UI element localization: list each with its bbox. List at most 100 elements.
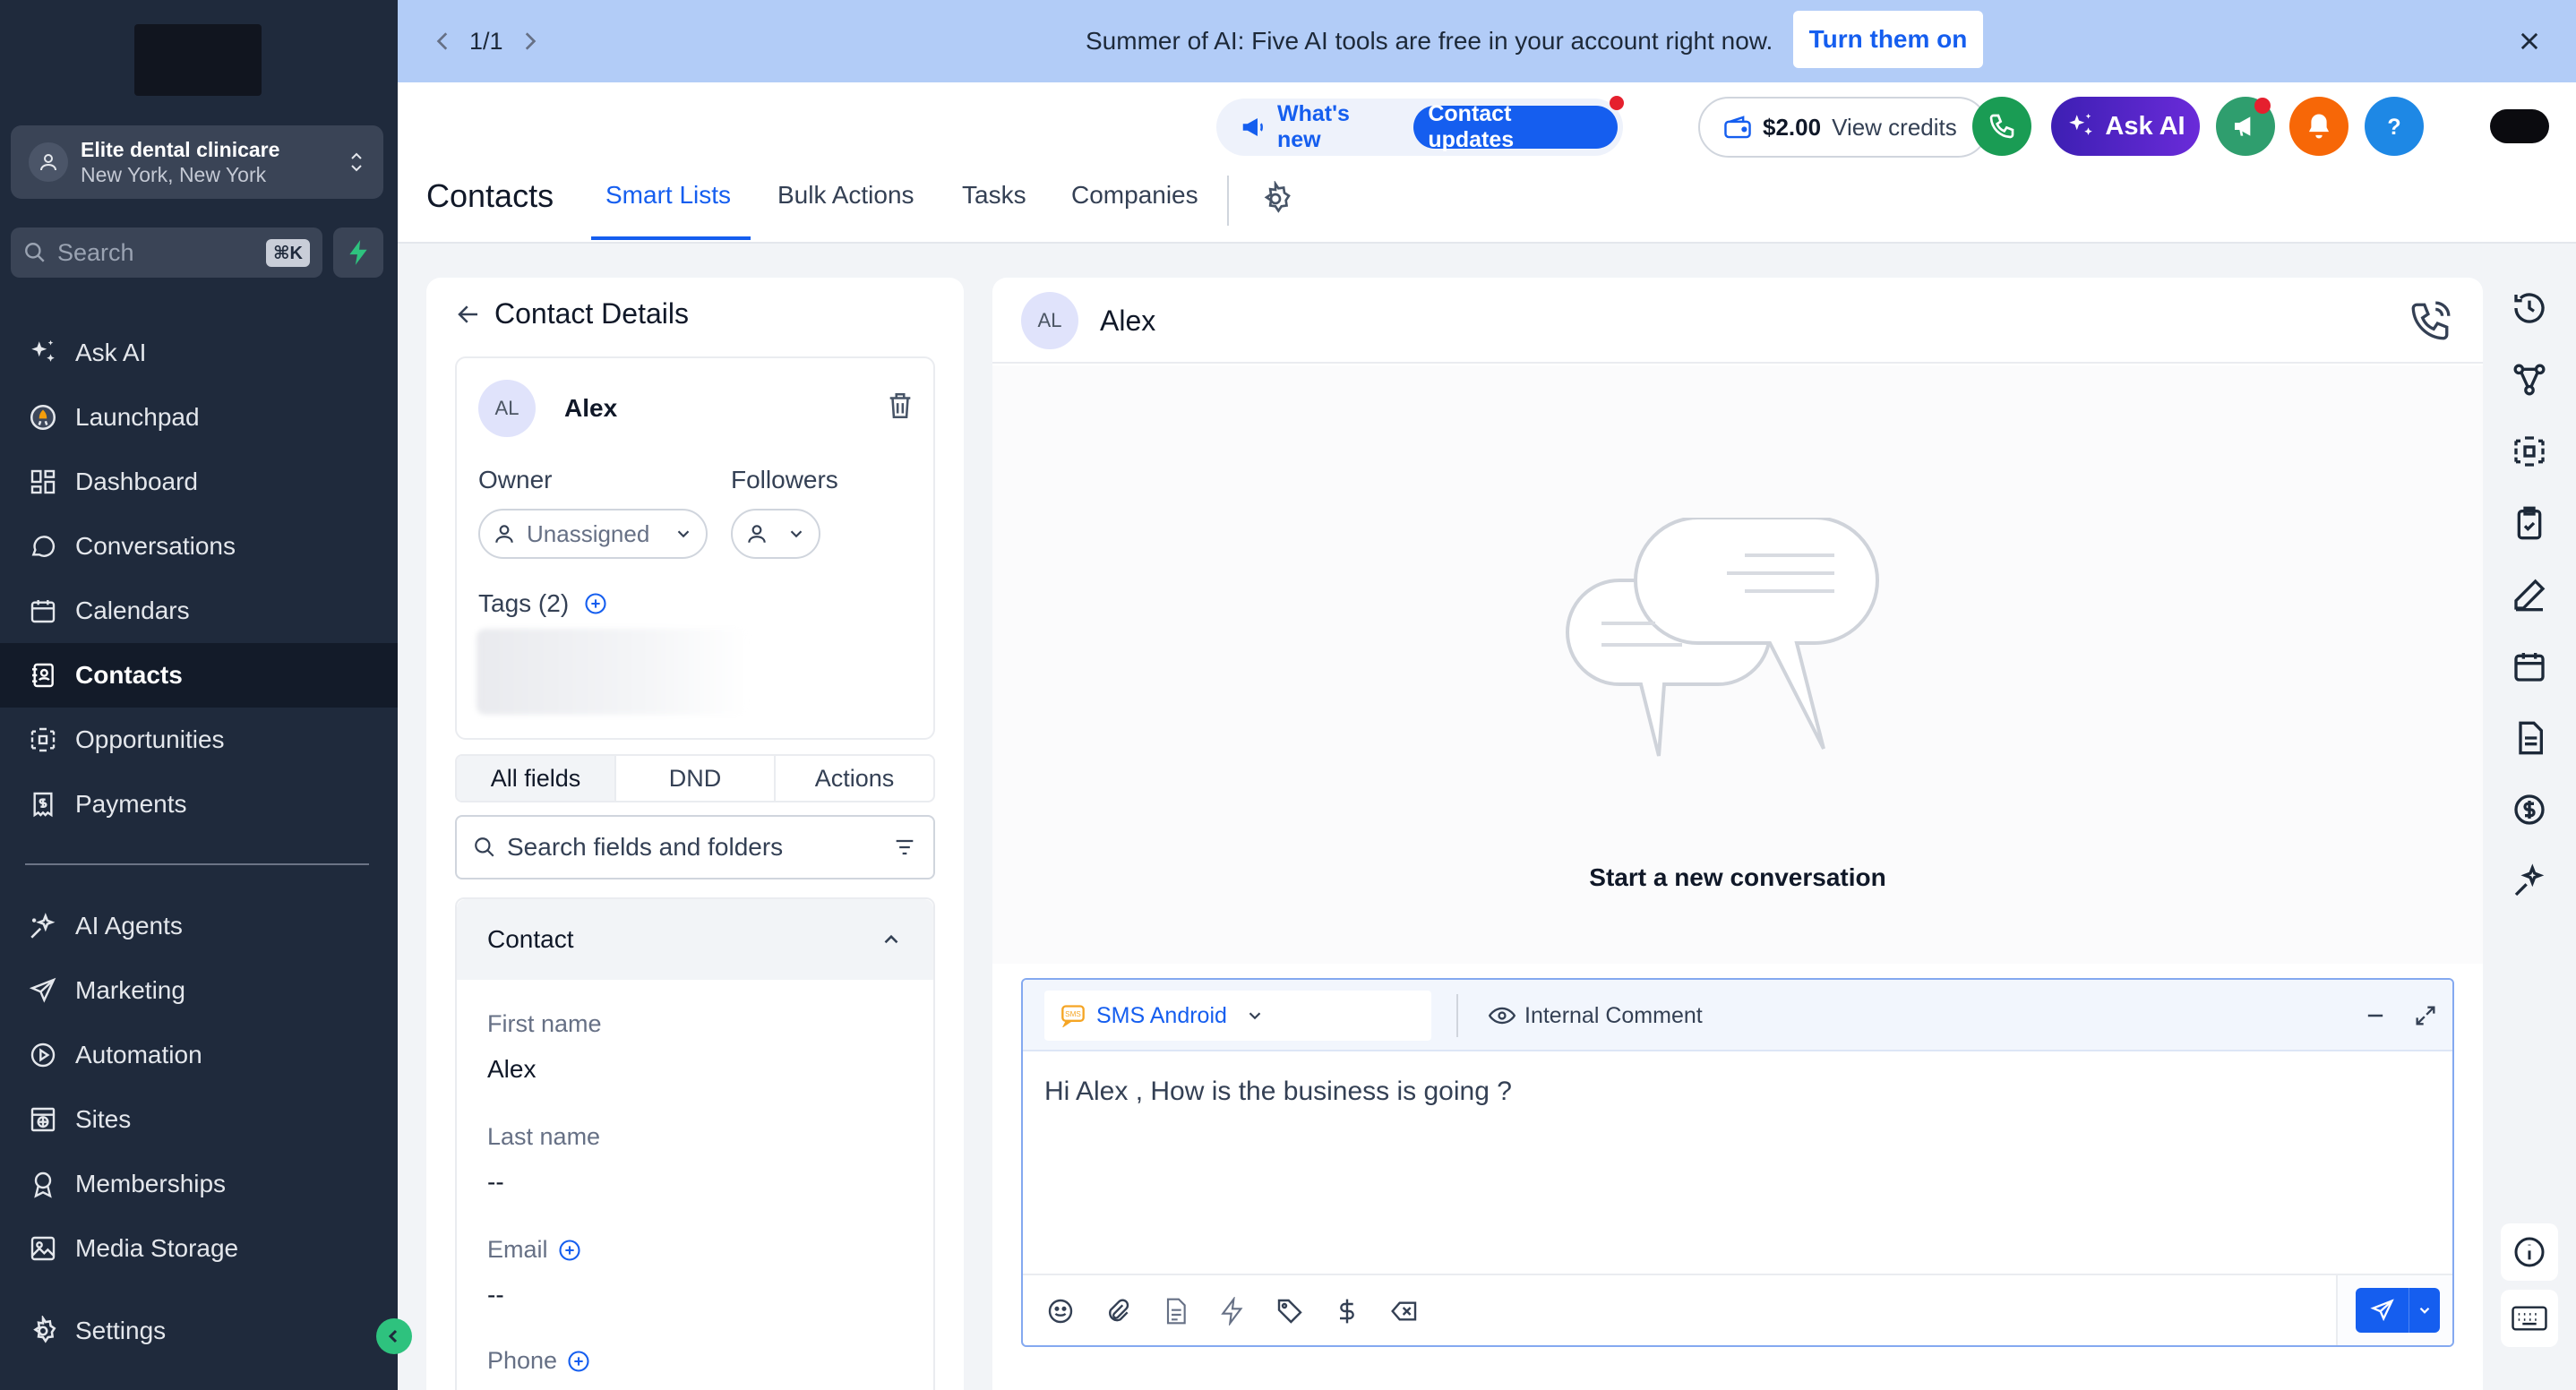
quick-actions-button[interactable] bbox=[333, 227, 383, 278]
owner-select[interactable]: Unassigned bbox=[478, 509, 708, 559]
info-button[interactable] bbox=[2501, 1223, 2558, 1281]
tab-companies[interactable]: Companies bbox=[1071, 181, 1198, 210]
avatar: AL bbox=[478, 380, 536, 437]
view-credits-button[interactable]: $2.00 View credits bbox=[1698, 97, 1988, 158]
keyboard-shortcuts-button[interactable] bbox=[2501, 1290, 2558, 1347]
internal-comment-toggle[interactable]: Internal Comment bbox=[1489, 991, 1703, 1041]
activity-history-icon[interactable] bbox=[2508, 287, 2551, 330]
fields-search-input[interactable]: Search fields and folders bbox=[455, 815, 935, 879]
chevron-down-icon[interactable] bbox=[2409, 1302, 2440, 1318]
sidebar-item-label: AI Agents bbox=[75, 912, 183, 940]
turn-them-on-button[interactable]: Turn them on bbox=[1793, 11, 1983, 68]
field-value-last-name[interactable]: -- bbox=[487, 1168, 504, 1197]
arrow-left-icon[interactable] bbox=[455, 301, 482, 328]
attachment-icon[interactable] bbox=[1100, 1293, 1136, 1329]
minimize-icon[interactable] bbox=[2363, 1003, 2388, 1028]
add-tag-icon[interactable] bbox=[583, 591, 608, 616]
tab-smart-lists[interactable]: Smart Lists bbox=[605, 181, 731, 210]
contact-section-header[interactable]: Contact bbox=[457, 899, 933, 980]
add-email-icon[interactable] bbox=[557, 1238, 582, 1263]
sidebar-item-conversations[interactable]: Conversations bbox=[0, 514, 398, 579]
user-avatar[interactable] bbox=[2490, 109, 2549, 143]
help-button[interactable]: ? bbox=[2365, 97, 2424, 156]
tab-actions[interactable]: Actions bbox=[776, 756, 933, 801]
followers-select[interactable] bbox=[731, 509, 820, 559]
whats-new-pill[interactable]: What's new Contact updates bbox=[1216, 99, 1623, 156]
bolt-icon[interactable] bbox=[1215, 1293, 1250, 1329]
chevron-up-icon bbox=[884, 934, 898, 944]
tab-all-fields[interactable]: All fields bbox=[457, 756, 616, 801]
send-button[interactable] bbox=[2356, 1288, 2440, 1333]
tags-count: Tags (2) bbox=[478, 589, 570, 617]
tab-bulk-actions[interactable]: Bulk Actions bbox=[777, 181, 914, 210]
opportunities-icon[interactable] bbox=[2508, 430, 2551, 473]
tab-tasks[interactable]: Tasks bbox=[962, 181, 1026, 210]
add-phone-icon[interactable] bbox=[566, 1349, 591, 1374]
sidebar-item-ai-agents[interactable]: AI Agents bbox=[0, 894, 398, 958]
emoji-icon[interactable] bbox=[1043, 1293, 1078, 1329]
filter-icon[interactable] bbox=[892, 835, 917, 860]
ai-sparkle-icon[interactable] bbox=[2508, 860, 2551, 903]
document-icon[interactable] bbox=[2508, 716, 2551, 759]
composer-separator bbox=[1456, 994, 1458, 1037]
keyboard-icon bbox=[2512, 1306, 2547, 1331]
collapse-sidebar-button[interactable] bbox=[376, 1318, 412, 1354]
field-value-email[interactable]: -- bbox=[487, 1281, 504, 1309]
sidebar-item-ask-ai[interactable]: Ask AI bbox=[0, 321, 398, 385]
sidebar-item-memberships[interactable]: Memberships bbox=[0, 1152, 398, 1216]
template-icon[interactable] bbox=[1157, 1293, 1193, 1329]
sidebar-item-settings[interactable]: Settings bbox=[0, 1299, 398, 1363]
tag-icon[interactable] bbox=[1272, 1293, 1308, 1329]
send-icon bbox=[27, 974, 59, 1007]
sidebar-item-opportunities[interactable]: Opportunities bbox=[0, 708, 398, 772]
message-input[interactable]: Hi Alex , How is the business is going ? bbox=[1044, 1077, 1512, 1107]
account-switcher[interactable]: Elite dental clinicare New York, New Yor… bbox=[11, 125, 383, 199]
info-icon bbox=[2514, 1237, 2545, 1267]
phone-button[interactable] bbox=[1972, 97, 2031, 156]
expand-icon[interactable] bbox=[2413, 1003, 2438, 1028]
calendar-icon[interactable] bbox=[2508, 645, 2551, 688]
company-logo[interactable] bbox=[134, 24, 262, 96]
field-label-email: Email bbox=[487, 1236, 582, 1264]
sidebar-item-payments[interactable]: Payments bbox=[0, 772, 398, 837]
contact-details-panel: Contact Details AL Alex Owner Followers … bbox=[426, 278, 964, 1390]
notifications-button[interactable] bbox=[2289, 97, 2348, 156]
tab-dnd[interactable]: DND bbox=[616, 756, 776, 801]
sidebar-item-contacts[interactable]: Contacts bbox=[0, 643, 398, 708]
sidebar-item-media-storage[interactable]: Media Storage bbox=[0, 1216, 398, 1281]
chevron-right-icon[interactable] bbox=[519, 30, 539, 53]
sidebar-item-label: Sites bbox=[75, 1105, 132, 1133]
sidebar-item-launchpad[interactable]: Launchpad bbox=[0, 385, 398, 450]
search-icon bbox=[23, 241, 47, 264]
sidebar-item-sites[interactable]: Sites bbox=[0, 1087, 398, 1152]
workflow-icon[interactable] bbox=[2508, 358, 2551, 401]
sidebar-item-label: Marketing bbox=[75, 976, 185, 1004]
sidebar-search[interactable]: Search ⌘K bbox=[11, 227, 322, 278]
field-value-first-name[interactable]: Alex bbox=[487, 1055, 536, 1084]
user-icon bbox=[495, 525, 513, 543]
empty-state-text: Start a new conversation bbox=[1589, 863, 1886, 891]
followers-label: Followers bbox=[731, 466, 838, 493]
close-icon[interactable] bbox=[2512, 23, 2547, 59]
tasks-icon[interactable] bbox=[2508, 502, 2551, 545]
sidebar-item-automation[interactable]: Automation bbox=[0, 1023, 398, 1087]
pen-icon[interactable] bbox=[2508, 573, 2551, 616]
clear-text-icon[interactable] bbox=[1387, 1293, 1422, 1329]
sidebar-item-calendars[interactable]: Calendars bbox=[0, 579, 398, 643]
channel-select[interactable]: SMS SMS Android bbox=[1044, 991, 1431, 1041]
phone-call-icon[interactable] bbox=[2408, 299, 2452, 344]
contact-updates-button[interactable]: Contact updates bbox=[1413, 101, 1618, 152]
sidebar: Elite dental clinicare New York, New Yor… bbox=[0, 0, 398, 1390]
trash-icon[interactable] bbox=[885, 390, 915, 421]
sidebar-item-marketing[interactable]: Marketing bbox=[0, 958, 398, 1023]
chevron-left-icon[interactable] bbox=[434, 30, 453, 53]
ask-ai-button[interactable]: Ask AI bbox=[2051, 97, 2200, 156]
dollar-icon[interactable] bbox=[1329, 1293, 1365, 1329]
sidebar-item-dashboard[interactable]: Dashboard bbox=[0, 450, 398, 514]
dollar-circle-icon[interactable] bbox=[2508, 788, 2551, 831]
phone-icon bbox=[1989, 114, 2014, 139]
composer-actions bbox=[1023, 1274, 2452, 1345]
eye-icon bbox=[1489, 1007, 1516, 1025]
bolt-icon bbox=[349, 240, 367, 265]
gear-icon[interactable] bbox=[1258, 181, 1293, 217]
